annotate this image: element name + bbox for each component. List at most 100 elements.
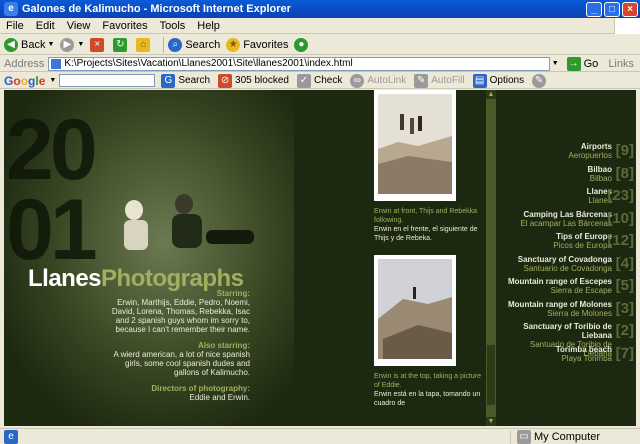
headline-llanes: Llanes [28,265,102,292]
google-menu-dropdown-icon[interactable]: ▼ [49,77,56,84]
menu-favorites[interactable]: Favorites [96,20,153,32]
media-icon: ● [294,37,309,52]
back-button[interactable]: ◀ Back ▼ [4,37,54,52]
home-button[interactable]: ⌂ [136,37,153,52]
place-link[interactable]: Sanctuary of Toribio de Liebana Santuari… [500,322,634,358]
search-icon: ⌕ [168,37,183,52]
forward-button[interactable]: ▶ ▼ [60,37,84,52]
place-name: Camping Las Bárcenas [523,209,612,219]
photo-scrollbar[interactable]: ▲ ▼ [486,90,496,426]
options-icon: ▤ [472,73,487,88]
place-name-spanish: Llanes [588,196,612,205]
autofill-button[interactable]: ✎ AutoFill [414,73,465,88]
favorites-button[interactable]: ★ Favorites [226,37,289,52]
address-label: Address [4,57,45,70]
back-label: Back [21,38,46,51]
options-label: Options [489,75,525,86]
search-button[interactable]: ⌕ Search [168,37,221,52]
spell-check-button[interactable]: ✓ Check [296,73,343,88]
place-link[interactable]: Camping Las Bárcenas El acampar Las Bárc… [500,210,634,233]
menu-bar: File Edit View Favorites Tools Help [0,17,640,34]
forward-dropdown-icon[interactable]: ▼ [77,41,84,48]
starring-heading: Starring: [216,289,250,298]
autofill-label: AutoFill [431,75,465,86]
place-photo-count: [3] [615,299,634,317]
place-photo-count: [2] [615,322,634,339]
search-label: Search [185,38,221,51]
place-name: Llanes [586,187,612,196]
summit-photo [378,259,452,359]
address-input[interactable]: K:\Projects\Sites\Vacation\Llanes2001\Si… [48,56,550,71]
starring-text: Erwin, Marthijs, Eddie, Pedro, Noemi, Da… [111,298,250,334]
place-name: Bilbao [587,164,612,174]
address-dropdown-icon[interactable]: ▼ [552,60,559,67]
stop-icon: × [90,37,105,52]
headline-photographs: Photographs [101,265,244,292]
back-dropdown-icon[interactable]: ▼ [47,41,54,48]
forward-arrow-icon: ▶ [60,37,75,52]
favorites-label: Favorites [243,38,289,51]
menu-view[interactable]: View [61,20,97,32]
google-search-button[interactable]: G Search [161,73,210,88]
menu-edit[interactable]: Edit [30,20,61,32]
popup-blocker-button[interactable]: ⊘ 305 blocked [218,73,289,88]
status-bar: e ▭ My Computer [0,428,640,444]
menu-tools[interactable]: Tools [154,20,192,32]
google-search-input[interactable] [59,74,156,87]
media-button[interactable]: ● [294,37,311,52]
place-photo-count: [7] [615,344,634,362]
scroll-thumb[interactable] [487,345,495,405]
place-link[interactable]: Sanctuary of Covadonga Santuario de Cova… [500,255,634,278]
menu-help[interactable]: Help [191,20,226,32]
scroll-down-arrow-icon[interactable]: ▼ [486,417,496,426]
popup-blocked-count: 305 blocked [235,75,289,86]
place-name-spanish: Sierra de Escape [550,286,612,295]
place-name-spanish: Bilbao [589,173,612,183]
minimize-button[interactable]: _ [586,1,602,17]
photo-column: Erwin at front, Thijs and Rebekka follow… [374,90,486,426]
go-label: Go [583,57,599,70]
google-logo[interactable]: Google [0,74,49,88]
menu-file[interactable]: File [0,20,30,32]
windows-logo-icon [614,17,640,34]
page-viewport: 20 01 LlanesPhotographs Starring: Erwin,… [4,90,636,426]
close-button[interactable]: × [622,1,638,17]
place-name: Airports [580,142,612,151]
refresh-icon: ↻ [113,37,128,52]
autolink-button[interactable]: ∞ AutoLink [350,73,406,88]
place-link[interactable]: Airports Aeropuertos [9] [500,142,634,165]
place-link[interactable]: Mountain range of Molones Sierra de Molo… [500,300,634,323]
maximize-button[interactable]: □ [604,1,620,17]
popup-blocker-icon: ⊘ [218,73,233,88]
computer-icon: ▭ [516,429,531,444]
photo-thumbnail[interactable] [374,255,456,366]
place-name: Mountain range of Escepes [507,277,612,286]
also-starring-text: A wierd american, a lot of nice spanish … [113,350,250,377]
place-photo-count: [10] [607,209,634,227]
scroll-up-arrow-icon[interactable]: ▲ [486,90,496,99]
hero-photo: 20 01 LlanesPhotographs Starring: Erwin,… [4,90,294,426]
google-toolbar: Google ▼ G Search ⊘ 305 blocked ✓ Check … [0,73,640,89]
address-url: K:\Projects\Sites\Vacation\Llanes2001\Si… [64,58,353,69]
place-link[interactable]: Llanes Llanes [23] [500,187,634,210]
stop-button[interactable]: × [90,37,107,52]
links-label[interactable]: Links [604,58,640,70]
place-photo-count: [12] [607,232,634,249]
go-button[interactable]: → Go [566,56,599,71]
place-link[interactable]: Bilbao Bilbao [8] [500,165,634,188]
refresh-button[interactable]: ↻ [113,37,130,52]
photo-thumbnail[interactable] [374,90,456,201]
window-title: Galones de Kalimucho - Microsoft Interne… [22,3,291,15]
place-name-spanish: Aeropuertos [568,151,612,160]
photo-caption-spanish: Erwin en el frente, el siguiente de Thij… [374,226,478,242]
place-link[interactable]: Torimba beach Playa Torimba [7] [500,345,634,368]
hikers-photo [378,94,452,194]
options-button[interactable]: ▤ Options [472,73,525,88]
pencil-icon[interactable]: ✎ [532,73,547,88]
place-link[interactable]: Tips of Europe Picos de Europa [12] [500,232,634,255]
ie-icon: e [4,2,18,16]
place-photo-count: [4] [615,254,634,272]
check-label: Check [313,75,343,86]
security-zone: ▭ My Computer [509,429,640,444]
place-link[interactable]: Mountain range of Escepes Sierra de Esca… [500,277,634,300]
